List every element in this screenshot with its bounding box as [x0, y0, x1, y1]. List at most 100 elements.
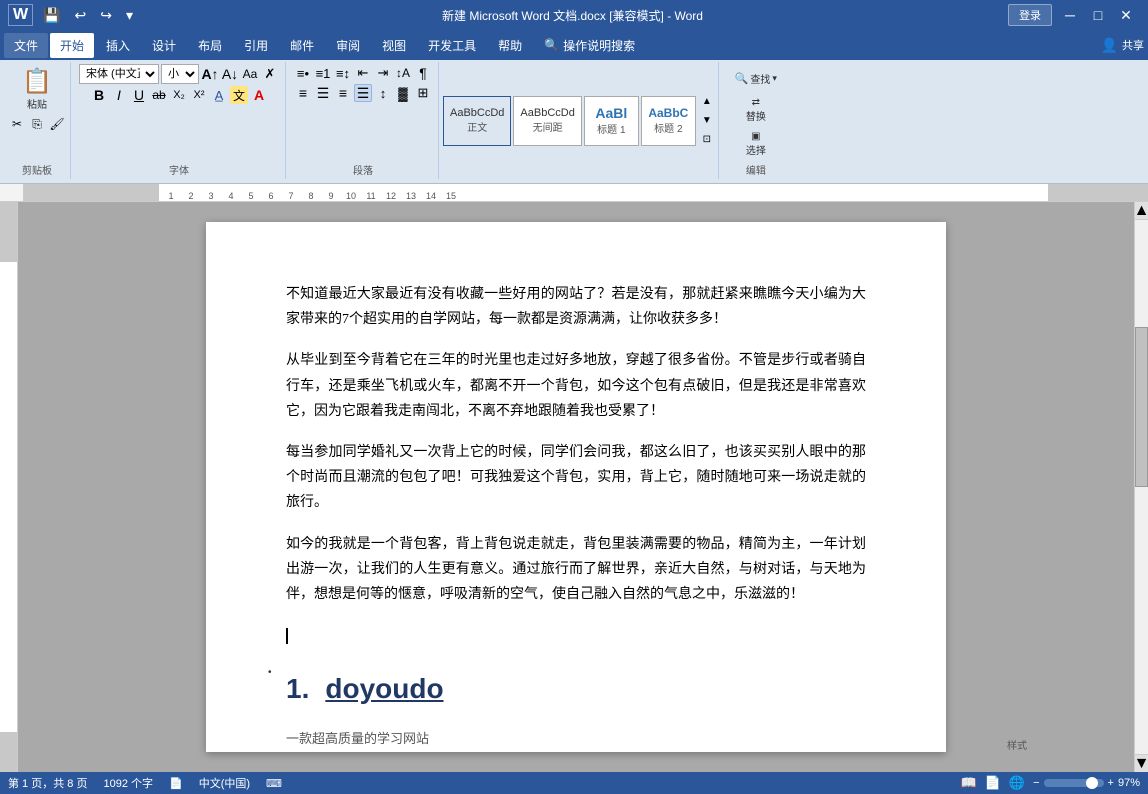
justify-btn[interactable]: ☰	[354, 84, 372, 102]
login-button[interactable]: 登录	[1008, 4, 1052, 26]
style-normal[interactable]: AaBbCcDd 正文	[443, 96, 511, 146]
shading-btn[interactable]: ▓	[394, 84, 412, 102]
menu-mailings[interactable]: 邮件	[280, 33, 324, 58]
font-row1: 宋体 (中文正... 小四 A↑ A↓ Aa ✗	[79, 64, 279, 84]
clipboard-small-btns: ✂ ⎘ 🖌	[8, 115, 66, 133]
underline-btn[interactable]: U	[130, 86, 148, 104]
quick-save-btn[interactable]: 💾	[39, 5, 64, 26]
strikethrough-btn[interactable]: ab	[150, 86, 168, 104]
search-icon: 🔍	[544, 38, 559, 52]
menu-search[interactable]: 🔍 操作说明搜索	[534, 33, 645, 58]
menu-insert[interactable]: 插入	[96, 33, 140, 58]
status-bar: 第 1 页，共 8 页 1092 个字 📄 中文(中国) ⌨ 📖 📄 🌐 − +…	[0, 772, 1148, 794]
subscript-btn[interactable]: X₂	[170, 86, 188, 104]
view-read-btn[interactable]: 📖	[961, 775, 977, 791]
close-btn[interactable]: ✕	[1112, 5, 1140, 25]
superscript-btn[interactable]: X²	[190, 86, 208, 104]
title-bar: W 💾 ↩ ↪ ▾ 新建 Microsoft Word 文档.docx [兼容模…	[0, 0, 1148, 30]
replace-btn[interactable]: ⇄替换	[741, 94, 771, 126]
minimize-btn[interactable]: ─	[1056, 5, 1084, 25]
view-print-btn[interactable]: 📄	[985, 775, 1001, 791]
menu-help[interactable]: 帮助	[488, 33, 532, 58]
zoom-out-btn[interactable]: −	[1033, 777, 1039, 789]
keyboard-icon: ⌨	[266, 777, 282, 790]
zoom-slider[interactable]	[1044, 779, 1104, 787]
vertical-scrollbar[interactable]: ▲ ▼	[1134, 202, 1148, 772]
font-name-select[interactable]: 宋体 (中文正...	[79, 64, 159, 84]
paragraph-4: 如今的我就是一个背包客，背上背包说走就走，背包里装满需要的物品，精简为主，一年计…	[286, 532, 866, 608]
font-shrink-btn[interactable]: A↓	[221, 65, 239, 83]
menu-layout[interactable]: 布局	[188, 33, 232, 58]
paste-button[interactable]: 📋 粘贴	[17, 64, 57, 114]
borders-btn[interactable]: ⊞	[414, 84, 432, 102]
style-heading2[interactable]: AaBbC 标题 2	[641, 96, 696, 146]
clipboard-label: 剪贴板	[22, 162, 52, 177]
zoom-control[interactable]: − + 97%	[1033, 777, 1140, 789]
menu-review[interactable]: 审阅	[326, 33, 370, 58]
sort-btn[interactable]: ↕A	[394, 64, 412, 82]
menu-file[interactable]: 文件	[4, 33, 48, 58]
share-btn[interactable]: 共享	[1122, 37, 1144, 53]
menu-design[interactable]: 设计	[142, 33, 186, 58]
font-size-select[interactable]: 小四	[161, 64, 199, 84]
numbering-btn[interactable]: ≡1	[314, 64, 332, 82]
menu-references[interactable]: 引用	[234, 33, 278, 58]
bold-btn[interactable]: B	[90, 86, 108, 104]
font-grow-btn[interactable]: A↑	[201, 65, 219, 83]
cut-button[interactable]: ✂	[8, 115, 26, 133]
scroll-area[interactable]: 不知道最近大家最近有没有收藏一些好用的网站了？若是没有，那就赶紧来瞧瞧今天小编为…	[18, 202, 1134, 772]
editing-row2: ⇄替换	[741, 94, 771, 126]
italic-btn[interactable]: I	[110, 86, 128, 104]
style-heading1[interactable]: AaBl 标题 1	[584, 96, 639, 146]
show-marks-btn[interactable]: ¶	[414, 64, 432, 82]
format-painter-button[interactable]: 🖌	[48, 115, 66, 133]
menu-view[interactable]: 视图	[372, 33, 416, 58]
quick-more-btn[interactable]: ▾	[122, 5, 137, 26]
font-group: 宋体 (中文正... 小四 A↑ A↓ Aa ✗ B I U ab X₂ X² …	[73, 62, 286, 179]
styles-down-btn[interactable]: ▼	[698, 112, 716, 130]
zoom-in-btn[interactable]: +	[1108, 777, 1114, 789]
menu-home[interactable]: 开始	[50, 33, 94, 58]
styles-group: AaBbCcDd 正文 AaBbCcDd 无间距 AaBl 标题 1 AaBbC…	[441, 62, 719, 179]
title-bar-left: W 💾 ↩ ↪ ▾	[8, 4, 137, 26]
document-area: 不知道最近大家最近有没有收藏一些好用的网站了？若是没有，那就赶紧来瞧瞧今天小编为…	[0, 202, 1148, 772]
quick-redo-btn[interactable]: ↪	[96, 5, 116, 26]
line-spacing-btn[interactable]: ↕	[374, 84, 392, 102]
highlight-btn[interactable]: 文	[230, 86, 248, 104]
select-btn[interactable]: ▣选择	[741, 128, 771, 160]
multilevel-btn[interactable]: ≡↕	[334, 64, 352, 82]
scroll-track[interactable]	[1135, 220, 1148, 754]
view-web-btn[interactable]: 🌐	[1009, 775, 1025, 791]
increase-indent-btn[interactable]: ⇥	[374, 64, 392, 82]
quick-undo-btn[interactable]: ↩	[71, 5, 91, 26]
text-effect-btn[interactable]: A̲	[210, 86, 228, 104]
find-dropdown-icon: ▾	[772, 73, 777, 84]
scroll-up-btn[interactable]: ▲	[1135, 202, 1148, 220]
document-page[interactable]: 不知道最近大家最近有没有收藏一些好用的网站了？若是没有，那就赶紧来瞧瞧今天小编为…	[206, 222, 946, 752]
maximize-btn[interactable]: □	[1084, 5, 1112, 25]
scroll-thumb[interactable]	[1135, 327, 1148, 487]
bullet-indicator: •	[268, 664, 272, 682]
bullets-btn[interactable]: ≡•	[294, 64, 312, 82]
find-btn[interactable]: 🔍 查找 ▾	[730, 64, 782, 92]
styles-scroll-controls: ▲ ▼ ⊡	[698, 91, 716, 151]
word-icon: W	[8, 4, 33, 26]
scroll-down-btn[interactable]: ▼	[1135, 754, 1148, 772]
align-right-btn[interactable]: ≡	[334, 84, 352, 102]
style-no-spacing[interactable]: AaBbCcDd 无间距	[513, 96, 581, 146]
font-color-btn[interactable]: A	[250, 86, 268, 104]
menu-developer[interactable]: 开发工具	[418, 33, 486, 58]
align-center-btn[interactable]: ☰	[314, 84, 332, 102]
align-left-btn[interactable]: ≡	[294, 84, 312, 102]
styles-up-btn[interactable]: ▲	[698, 93, 716, 111]
editing-row3: ▣选择	[741, 128, 771, 160]
decrease-indent-btn[interactable]: ⇤	[354, 64, 372, 82]
font-case-btn[interactable]: Aa	[241, 65, 259, 83]
page-count: 第 1 页，共 8 页	[8, 775, 87, 791]
editing-label: 编辑	[746, 162, 766, 177]
clear-format-btn[interactable]: ✗	[261, 65, 279, 83]
copy-button[interactable]: ⎘	[28, 115, 46, 133]
styles-more-btn[interactable]: ⊡	[698, 131, 716, 149]
title-bar-title: 新建 Microsoft Word 文档.docx [兼容模式] - Word	[137, 7, 1008, 24]
menu-bar: 文件 开始 插入 设计 布局 引用 邮件 审阅 视图 开发工具 帮助 🔍 操作说…	[0, 30, 1148, 60]
